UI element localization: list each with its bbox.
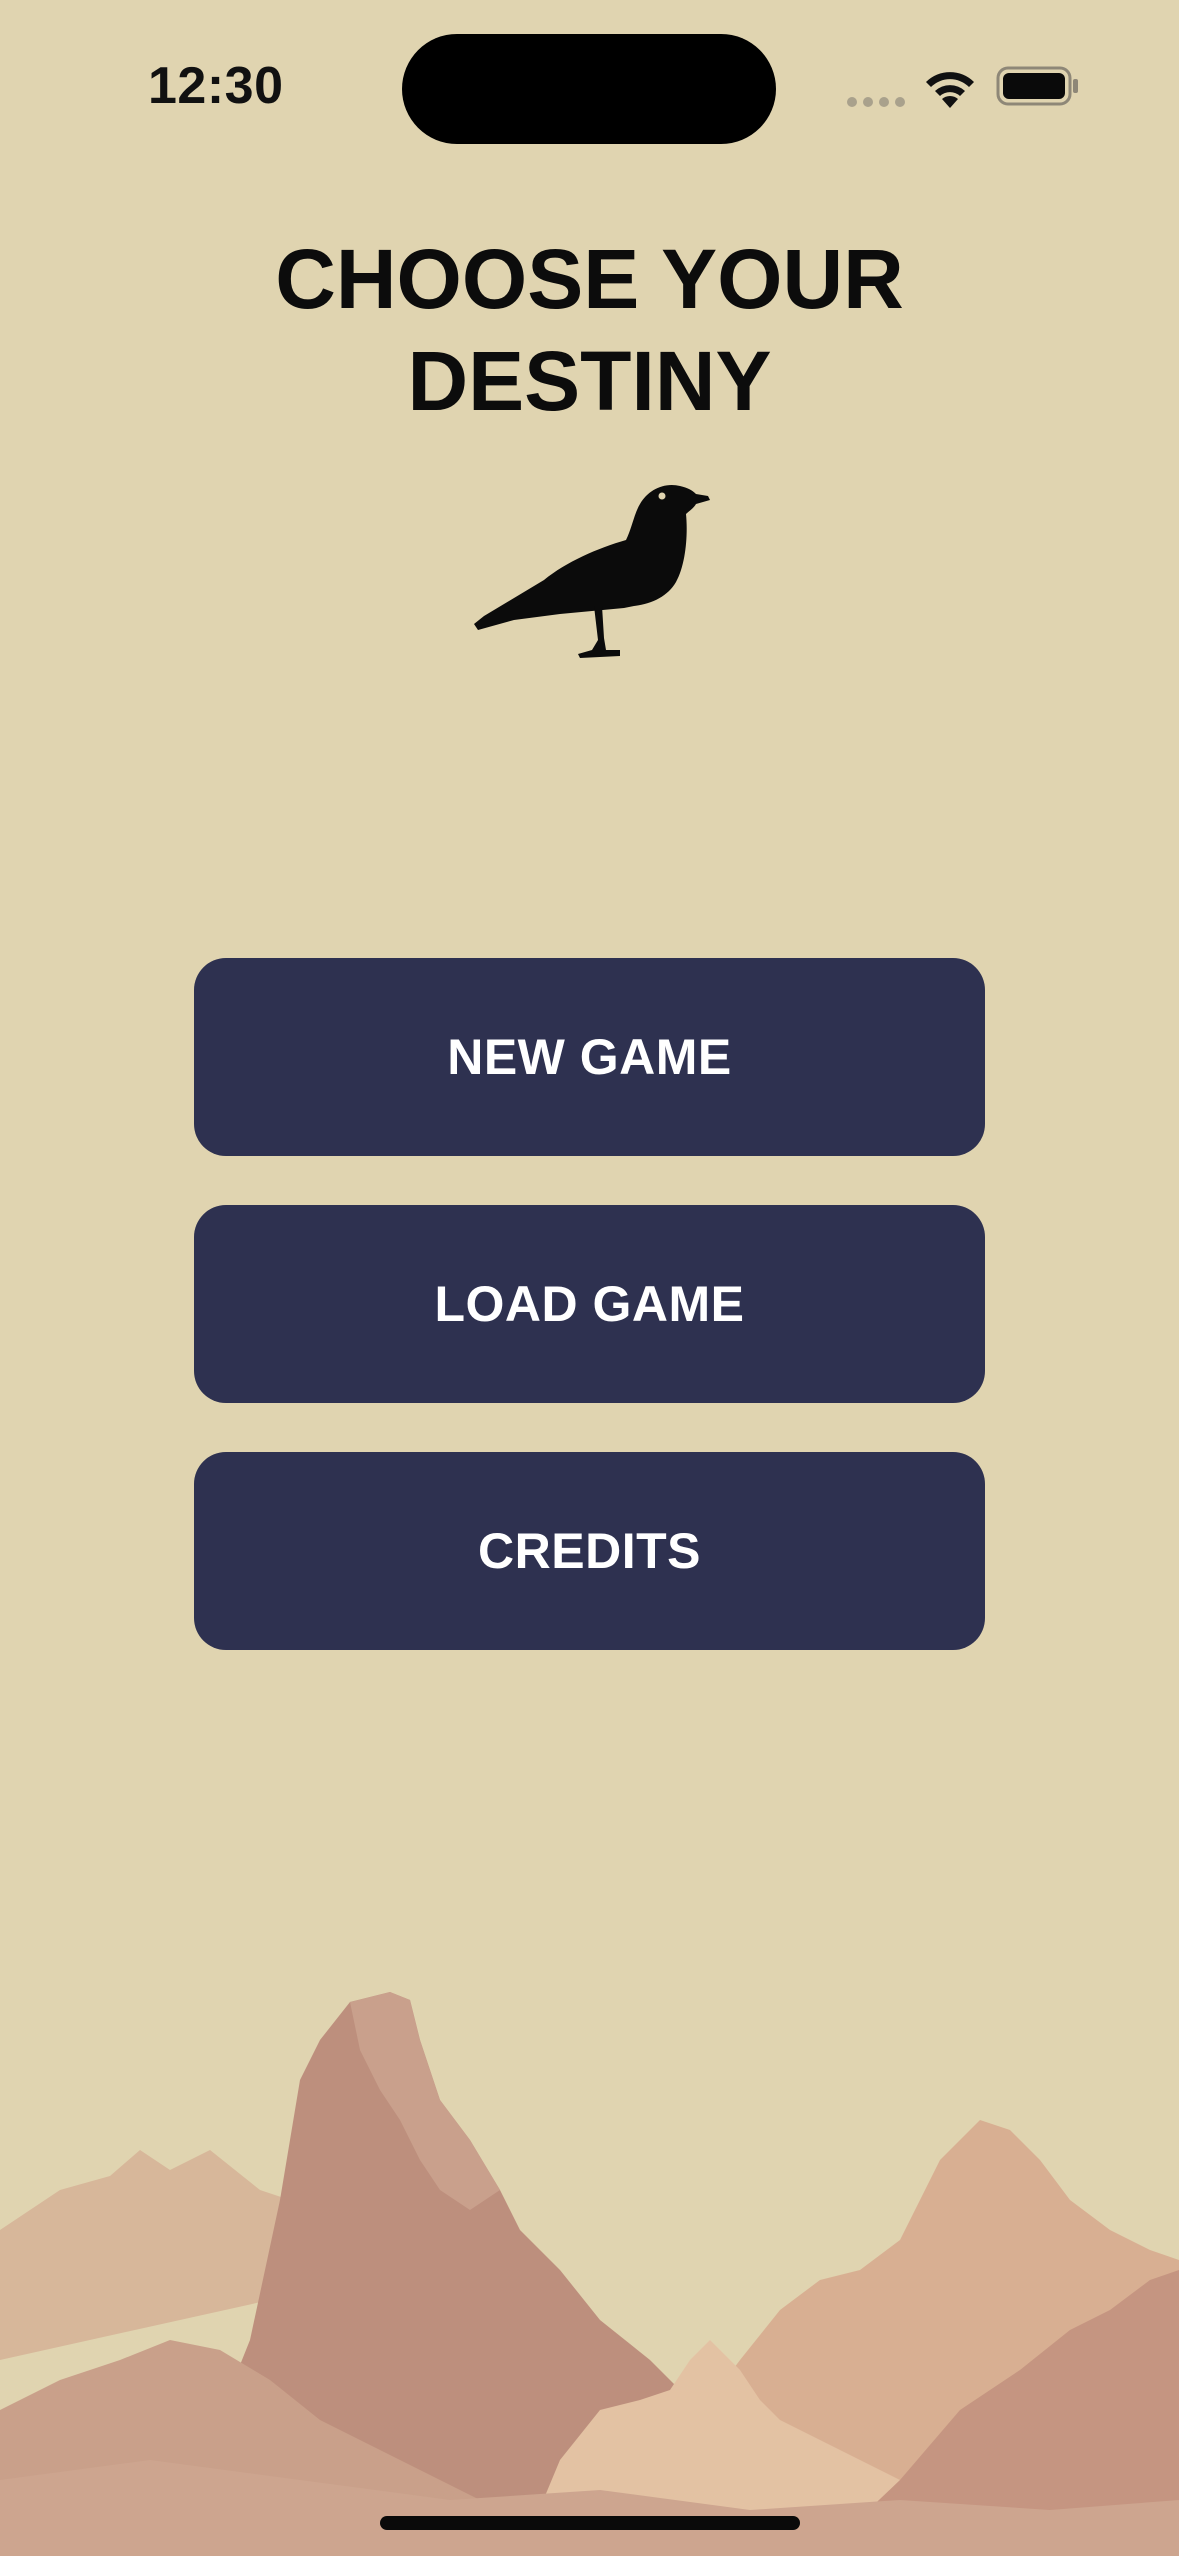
status-time: 12:30 bbox=[148, 57, 284, 115]
dynamic-island bbox=[402, 34, 776, 144]
mountains-illustration bbox=[0, 1992, 1179, 2556]
battery-icon bbox=[996, 66, 1078, 106]
title-line-2: DESTINY bbox=[407, 334, 772, 428]
main-menu-screen: 12:30 CHOOSE YOUR DESTINY NEW GAME LOAD … bbox=[0, 0, 1179, 2556]
title-line-1: CHOOSE YOUR bbox=[275, 232, 904, 326]
wifi-icon bbox=[926, 72, 974, 108]
load-game-button[interactable]: LOAD GAME bbox=[194, 1205, 985, 1403]
credits-button[interactable]: CREDITS bbox=[194, 1452, 985, 1650]
home-indicator[interactable] bbox=[380, 2516, 800, 2530]
new-game-button[interactable]: NEW GAME bbox=[194, 958, 985, 1156]
crow-icon bbox=[474, 484, 710, 658]
signal-icon bbox=[847, 97, 905, 107]
page-title: CHOOSE YOUR DESTINY bbox=[0, 228, 1179, 432]
